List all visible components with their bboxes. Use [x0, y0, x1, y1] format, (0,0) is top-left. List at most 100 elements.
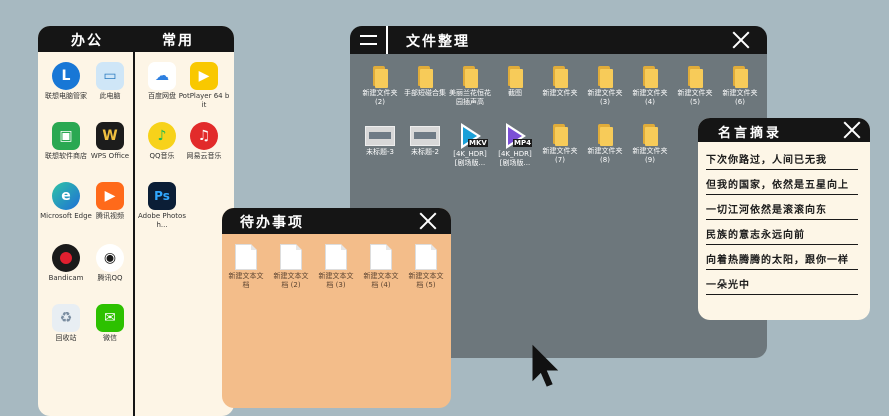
video-file-mp4[interactable]: MP4 [4K_HDR] [剧场版...: [493, 123, 537, 167]
netease-music-icon: ♫: [190, 122, 218, 150]
app-netease-music[interactable]: ♫ 网易云音乐: [178, 122, 230, 161]
folder-item[interactable]: 新建文件夹 (9): [628, 124, 672, 164]
quotes-close-icon[interactable]: [843, 121, 861, 139]
video-icon: ▶: [96, 182, 124, 210]
file-label: [4K_HDR] [剧场版...: [453, 150, 487, 167]
file-label: 新建文件夹 (3): [587, 89, 623, 106]
wechat-icon: ✉: [96, 304, 124, 332]
app-wechat[interactable]: ✉ 微信: [84, 304, 136, 343]
folder-item[interactable]: 新建文件夹 (8): [583, 124, 627, 164]
baidu-netdisk-icon: ☁: [148, 62, 176, 90]
folder-item[interactable]: 新建文件夹 (5): [673, 66, 717, 106]
file-label: 美丽兰花恒花园插声高: [449, 89, 491, 106]
todo-window-title: 待办事项: [240, 215, 304, 231]
column-title-office: 办公: [71, 33, 103, 49]
file-label: 新建文件夹 (7): [542, 147, 578, 164]
file-label: 新建文本文档 (2): [273, 272, 309, 289]
quote-line: 一朵光中: [706, 276, 858, 295]
folder-item[interactable]: 手部短碰合集: [403, 66, 447, 98]
file-label: 新建文本文档 (3): [318, 272, 354, 289]
app-potplayer[interactable]: ▶ PotPlayer 64 bit: [178, 62, 230, 109]
folder-item[interactable]: 美丽兰花恒花园插声高: [448, 66, 492, 106]
file-label: 新建文件夹: [542, 89, 578, 97]
file-label: 新建文件夹 (9): [632, 147, 668, 164]
file-label: 未标题-2: [411, 148, 439, 156]
app-this-pc[interactable]: ▭ 此电脑: [84, 62, 136, 101]
folder-icon: [551, 66, 569, 88]
mouse-cursor-icon: [532, 344, 559, 387]
edge-icon: e: [52, 182, 80, 210]
file-label: 手部短碰合集: [404, 89, 446, 97]
file-label: 新建文件夹 (8): [587, 147, 623, 164]
text-document-icon: [280, 244, 302, 270]
mp4-video-icon: MP4: [503, 123, 532, 149]
files-close-icon[interactable]: [732, 31, 750, 49]
column-divider: [133, 52, 135, 416]
image-file-item[interactable]: 未标题-3: [358, 124, 402, 157]
quote-line: 但我的国家，依然是五星向上: [706, 176, 858, 195]
folder-item[interactable]: 新建文件夹 (4): [628, 66, 672, 106]
file-label: 新建文本文档: [228, 272, 264, 289]
quote-line: 向着热腾腾的太阳，跟你一样: [706, 251, 858, 270]
menu-icon[interactable]: [360, 35, 377, 45]
text-document-icon: [235, 244, 257, 270]
file-label: 新建文本文档 (5): [408, 272, 444, 289]
quote-line: 下次你路过，人间已无我: [706, 151, 858, 170]
text-document-item[interactable]: 新建文本文档 (5): [406, 244, 446, 289]
app-wps-office[interactable]: W WPS Office: [84, 122, 136, 161]
folder-icon: [506, 66, 524, 88]
panel-titlebar: 办公 常用: [38, 26, 234, 52]
computer-icon: ▭: [96, 62, 124, 90]
folder-item[interactable]: 新建文件夹 (2): [358, 66, 402, 106]
text-document-item[interactable]: 新建文本文档 (4): [361, 244, 401, 289]
folder-icon: [551, 124, 569, 146]
todo-window: 待办事项 新建文本文档 新建文本文档 (2) 新建文本文档 (3) 新建文本文档…: [222, 208, 451, 408]
column-title-common: 常用: [162, 33, 194, 49]
app-label: 微信: [103, 334, 117, 342]
file-label: 新建文件夹 (5): [677, 89, 713, 106]
folder-item[interactable]: 新建文件夹 (6): [718, 66, 762, 106]
folder-icon: [596, 124, 614, 146]
folder-item[interactable]: 截图: [493, 66, 537, 98]
app-label: 腾讯视频: [96, 212, 124, 220]
app-label: 网易云音乐: [186, 152, 222, 160]
app-label: 腾讯QQ: [97, 274, 123, 282]
folder-item[interactable]: 新建文件夹 (7): [538, 124, 582, 164]
text-document-item[interactable]: 新建文本文档: [226, 244, 266, 289]
file-label: [4K_HDR] [剧场版...: [498, 150, 532, 167]
todo-close-icon[interactable]: [419, 212, 437, 230]
quotes-titlebar: 名言摘录: [698, 118, 870, 142]
app-qq[interactable]: ◉ 腾讯QQ: [84, 244, 136, 283]
qq-icon: ◉: [96, 244, 124, 272]
app-tencent-video[interactable]: ▶ 腾讯视频: [84, 182, 136, 221]
app-label: 此电脑: [99, 92, 121, 100]
quote-line: 一切江河依然是滚滚向东: [706, 201, 858, 220]
potplayer-icon: ▶: [190, 62, 218, 90]
wps-icon: W: [96, 122, 124, 150]
folder-icon: [686, 66, 704, 88]
mkv-video-icon: MKV: [458, 123, 488, 149]
lenovo-icon: L: [52, 62, 80, 90]
text-document-item[interactable]: 新建文本文档 (2): [271, 244, 311, 289]
files-titlebar: 文件整理: [350, 26, 767, 54]
app-label: PotPlayer 64 bit: [178, 92, 230, 109]
folder-icon: [731, 66, 749, 88]
file-label: 新建文件夹 (2): [362, 89, 398, 106]
image-thumbnail-icon: [410, 126, 440, 146]
text-document-item[interactable]: 新建文本文档 (3): [316, 244, 356, 289]
app-photoshop[interactable]: Ps Adobe Photosh...: [136, 182, 188, 229]
text-document-icon: [415, 244, 437, 270]
folder-icon: [641, 66, 659, 88]
folder-item[interactable]: 新建文件夹: [538, 66, 582, 98]
image-file-item[interactable]: 未标题-2: [403, 124, 447, 157]
folder-item[interactable]: 新建文件夹 (3): [583, 66, 627, 106]
qqmusic-icon: ♪: [148, 122, 176, 150]
store-icon: ▣: [52, 122, 80, 150]
quote-line: 民族的意志永远向前: [706, 226, 858, 245]
image-thumbnail-icon: [365, 126, 395, 146]
app-label: WPS Office: [90, 152, 130, 160]
quotes-window-title: 名言摘录: [718, 126, 783, 141]
video-file-mkv[interactable]: MKV [4K_HDR] [剧场版...: [448, 123, 492, 167]
todo-titlebar: 待办事项: [222, 208, 451, 234]
folder-icon: [416, 66, 434, 88]
